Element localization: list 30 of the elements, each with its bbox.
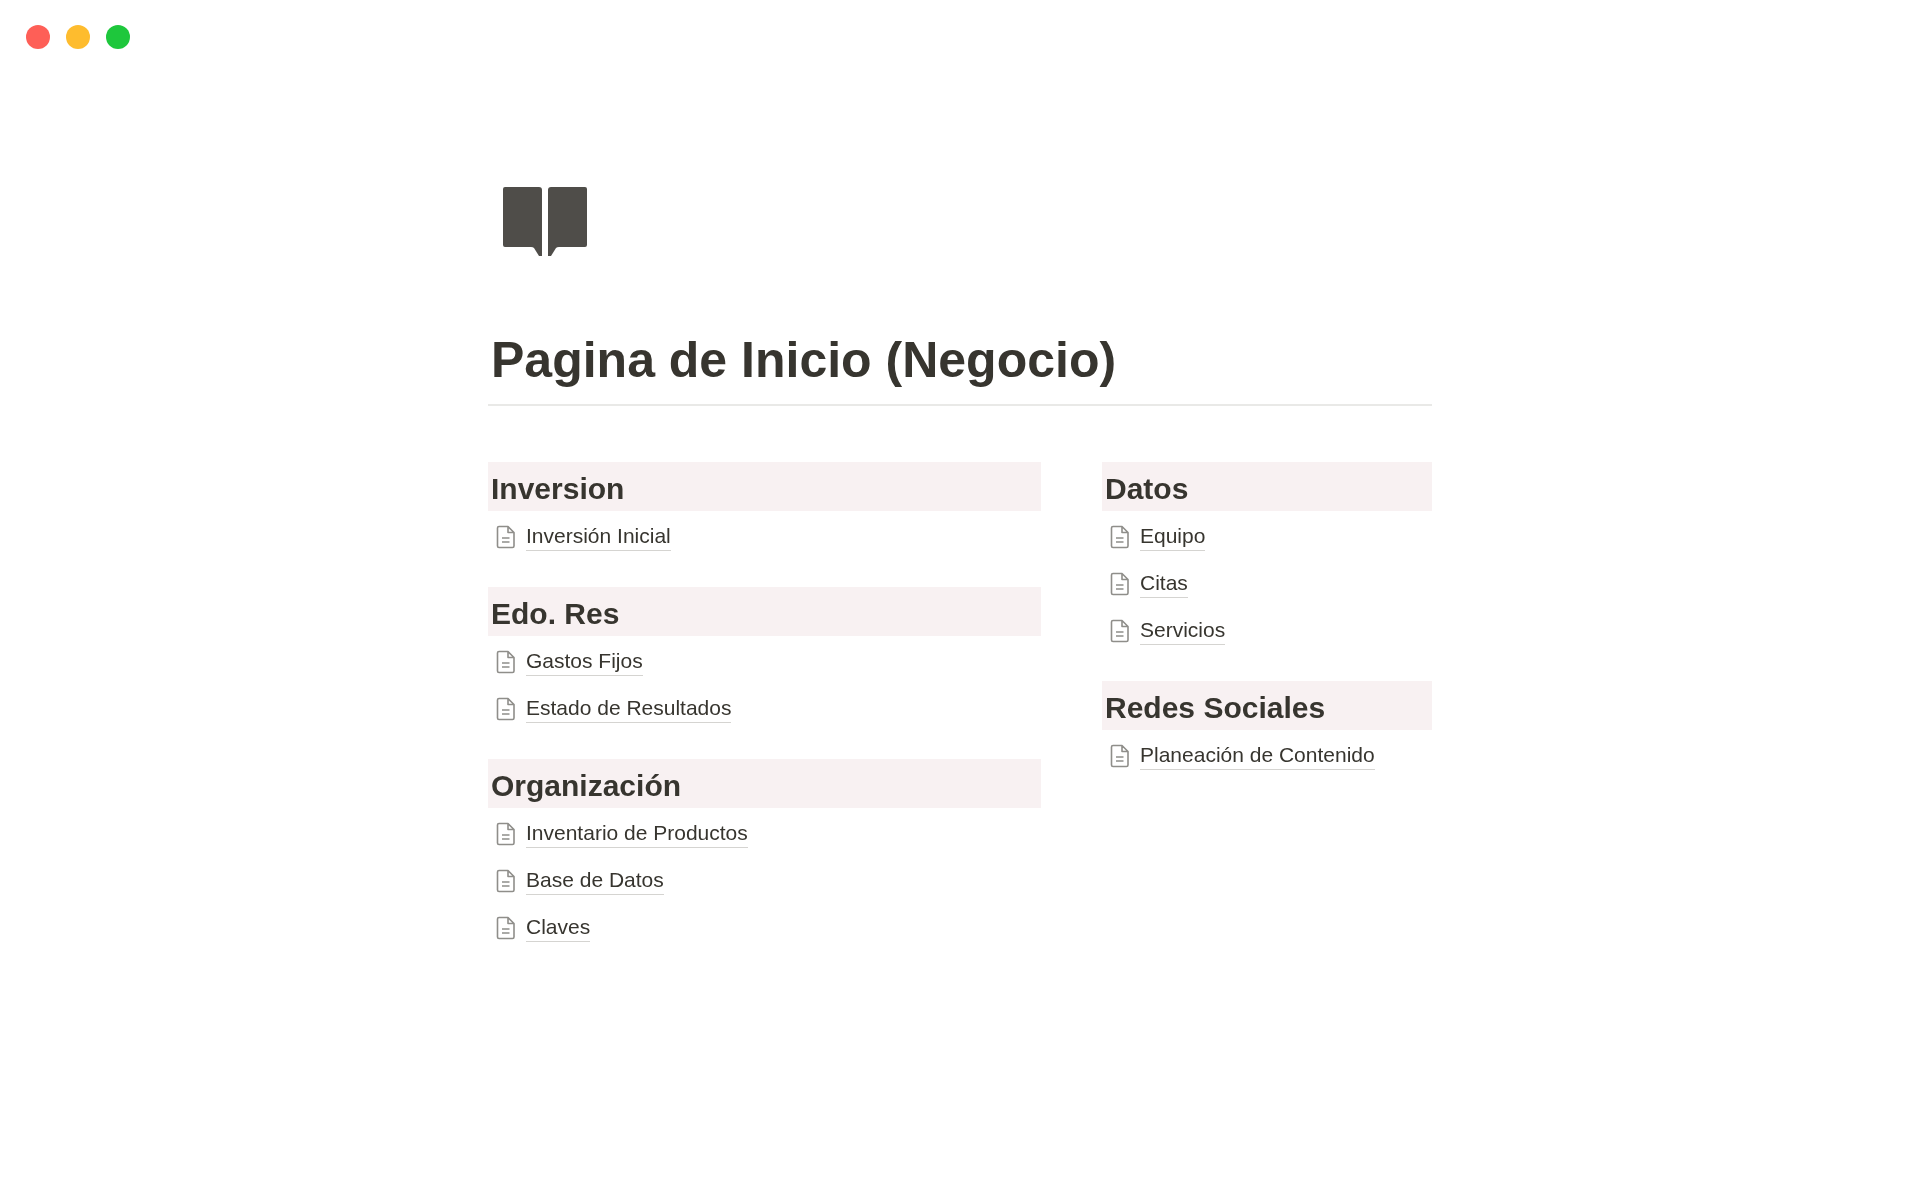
window-control-button[interactable] — [106, 25, 130, 49]
page-link[interactable]: Planeación de Contenido — [1140, 741, 1375, 770]
document-icon — [496, 524, 516, 549]
document-icon — [1110, 743, 1130, 768]
page-link[interactable]: Gastos Fijos — [526, 647, 643, 676]
page-link[interactable]: Servicios — [1140, 616, 1226, 645]
section-heading: Organización — [488, 759, 1041, 808]
document-icon — [1110, 571, 1130, 596]
page-link[interactable]: Inversión Inicial — [526, 522, 671, 551]
section-heading: Inversion — [488, 462, 1041, 511]
document-icon — [496, 649, 516, 674]
document-icon — [1110, 524, 1130, 549]
document-icon — [1110, 618, 1130, 643]
section-heading: Edo. Res — [488, 587, 1041, 636]
document-icon — [496, 915, 516, 940]
book-icon — [501, 186, 589, 258]
page-link[interactable]: Claves — [526, 913, 591, 942]
document-icon — [496, 696, 516, 721]
section-heading: Redes Sociales — [1102, 681, 1432, 730]
window-control-button[interactable] — [26, 25, 50, 49]
page-link[interactable]: Estado de Resultados — [526, 694, 732, 723]
document-icon — [496, 821, 516, 846]
document-icon — [496, 868, 516, 893]
window-control-button[interactable] — [66, 25, 90, 49]
page-link[interactable]: Inventario de Productos — [526, 819, 748, 848]
page-title: Pagina de Inicio (Negocio) — [491, 331, 1117, 390]
page-link[interactable]: Base de Datos — [526, 866, 664, 895]
section-heading: Datos — [1102, 462, 1432, 511]
page-link[interactable]: Equipo — [1140, 522, 1206, 551]
page-link[interactable]: Citas — [1140, 569, 1188, 598]
